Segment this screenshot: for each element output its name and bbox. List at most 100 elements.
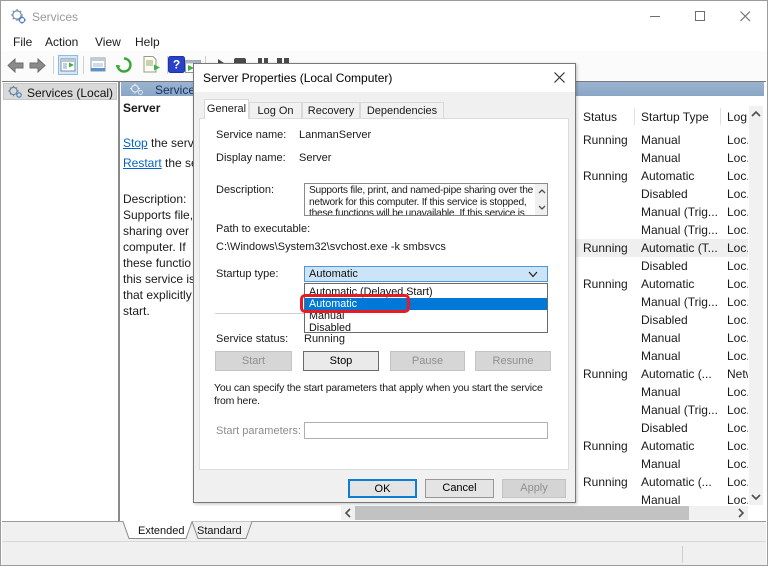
cell-status: Running (583, 439, 633, 453)
cell-startup-type: Manual (641, 457, 719, 471)
description-scroll-down-icon[interactable] (535, 200, 548, 215)
show-console-tree-icon[interactable] (58, 55, 78, 75)
cell-log-on-as: Loc... (727, 493, 748, 507)
menu-view[interactable]: View (95, 35, 121, 49)
cell-status: Running (583, 241, 633, 255)
back-icon[interactable] (6, 57, 25, 79)
description-scrollbar[interactable] (535, 184, 548, 215)
tab-standard[interactable]: Standard (197, 525, 242, 537)
stop-service-link[interactable]: Stop (123, 136, 148, 150)
hint-line-1: You can specify the start parameters tha… (214, 382, 543, 394)
view-tab-strip: Extended Standard (2, 522, 766, 541)
cell-startup-type: Automatic (... (641, 475, 719, 489)
resume-button[interactable]: Resume (475, 351, 551, 371)
cell-log-on-as: Loc... (727, 439, 748, 453)
refresh-icon[interactable] (115, 56, 133, 79)
cell-log-on-as: Loc... (727, 349, 748, 363)
scroll-left-icon[interactable] (341, 506, 355, 520)
cell-log-on-as: Loc... (727, 277, 748, 291)
help-icon[interactable]: ? (168, 56, 185, 78)
dialog-close-button[interactable] (546, 67, 572, 88)
service-status-value: Running (304, 333, 345, 345)
cell-log-on-as: Loc... (727, 241, 748, 255)
description-scroll-up-icon[interactable] (535, 184, 548, 199)
extended-service-title: Server (123, 101, 160, 115)
minimize-button[interactable] (633, 1, 678, 31)
scroll-down-icon[interactable] (749, 489, 763, 505)
extended-stop-line: Stop the serv (123, 136, 194, 150)
cell-log-on-as: Loc... (727, 259, 748, 273)
startup-type-value: Automatic (309, 268, 358, 280)
properties-icon[interactable] (89, 56, 107, 79)
cell-startup-type: Automatic (T... (641, 241, 719, 255)
menu-action[interactable]: Action (45, 35, 78, 49)
close-button[interactable] (723, 1, 768, 31)
stop-button[interactable]: Stop (303, 351, 379, 371)
title-bar: Services (1, 1, 767, 31)
tree-item-services-local[interactable]: Services (Local) (3, 83, 117, 100)
description-textbox[interactable]: Supports file, print, and named-pipe sha… (304, 183, 548, 216)
cell-startup-type: Manual (Trig... (641, 223, 719, 237)
cell-startup-type: Disabled (641, 259, 719, 273)
cell-startup-type: Manual (641, 331, 719, 345)
column-separator (720, 108, 721, 125)
start-button[interactable]: Start (215, 351, 292, 371)
export-list-icon[interactable] (141, 55, 161, 79)
cancel-button[interactable]: Cancel (425, 479, 494, 498)
menu-help[interactable]: Help (135, 35, 160, 49)
scroll-right-icon[interactable] (734, 506, 748, 520)
cell-startup-type: Manual (641, 349, 719, 363)
tab-extended[interactable]: Extended (138, 525, 184, 537)
extended-description-line: start. (123, 304, 150, 318)
cell-startup-type: Manual (Trig... (641, 295, 719, 309)
forward-icon[interactable] (28, 57, 47, 79)
apply-button[interactable]: Apply (502, 479, 566, 498)
extended-description-line: Description: (123, 192, 186, 206)
cell-log-on-as: Loc... (727, 223, 748, 237)
cell-startup-type: Manual (641, 133, 719, 147)
column-separator (634, 108, 635, 125)
dialog-title: Server Properties (Local Computer) (203, 71, 392, 85)
cell-log-on-as: Loc... (727, 331, 748, 345)
service-status-label: Service status: (216, 333, 288, 345)
dialog-tab-log-on[interactable]: Log On (249, 102, 302, 118)
extended-description-line: sharing over (123, 224, 189, 238)
cell-status: Running (583, 475, 633, 489)
start-parameters-label: Start parameters: (216, 425, 301, 437)
horizontal-scrollbar-thumb[interactable] (355, 506, 689, 520)
cell-log-on-as: Loc... (727, 457, 748, 471)
cell-startup-type: Disabled (641, 187, 719, 201)
menu-file[interactable]: File (13, 35, 32, 49)
dropdown-item[interactable]: Disabled (305, 322, 547, 334)
extended-description-line: that explicitly (123, 288, 192, 302)
restart-service-link[interactable]: Restart (123, 156, 162, 170)
display-name-label: Display name: (216, 152, 286, 164)
status-bar (2, 541, 766, 565)
start-parameters-input[interactable] (304, 422, 548, 439)
cell-log-on-as: Loc... (727, 187, 748, 201)
ok-button[interactable]: OK (348, 479, 417, 498)
dialog-tab-general[interactable]: General (204, 99, 249, 119)
dialog-tab-dependencies[interactable]: Dependencies (360, 102, 444, 118)
cell-log-on-as: Loc... (727, 313, 748, 327)
dialog-tab-recovery[interactable]: Recovery (302, 102, 360, 118)
cell-startup-type: Manual (Trig... (641, 403, 719, 417)
pause-button[interactable]: Pause (390, 351, 465, 371)
column-header-startup-type[interactable]: Startup Type (641, 110, 709, 124)
extended-description-line: this service is (123, 272, 195, 286)
column-header-log-on-as[interactable]: Log (727, 110, 749, 124)
services-app-icon (10, 8, 27, 30)
horizontal-scrollbar[interactable] (341, 506, 748, 520)
cell-startup-type: Automatic (641, 277, 719, 291)
vertical-scrollbar[interactable] (749, 106, 763, 505)
maximize-button[interactable] (678, 1, 723, 31)
cell-log-on-as: Loc... (727, 133, 748, 147)
cell-status: Running (583, 367, 633, 381)
hint-line-2: from here. (214, 395, 260, 407)
column-header-status[interactable]: Status (583, 110, 617, 124)
cell-log-on-as: Loc... (727, 295, 748, 309)
startup-type-combobox[interactable]: Automatic (304, 266, 548, 282)
cell-startup-type: Manual (641, 151, 719, 165)
maximize-icon (695, 11, 706, 22)
scroll-up-icon[interactable] (749, 106, 763, 122)
